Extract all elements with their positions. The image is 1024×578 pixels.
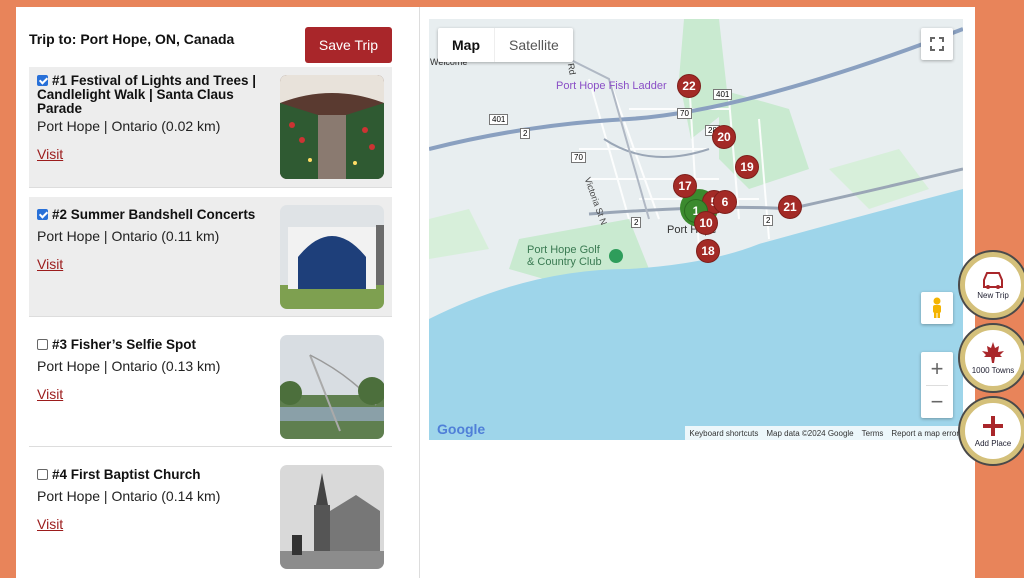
zoom-out-button[interactable]: −	[931, 386, 944, 418]
map-label-fish-ladder: Port Hope Fish Ladder	[556, 80, 667, 92]
map-marker[interactable]: 18	[696, 239, 720, 263]
map-marker[interactable]: 19	[735, 155, 759, 179]
place-thumbnail	[280, 75, 384, 179]
route-shield: 70	[677, 108, 692, 119]
map-data-text: Map data ©2024 Google	[766, 428, 854, 438]
save-trip-button[interactable]: Save Trip	[305, 27, 392, 63]
place-name: #4 First Baptist Church	[52, 467, 201, 482]
google-logo: Google	[437, 421, 486, 437]
route-shield: 70	[571, 152, 586, 163]
list-item: #4 First Baptist Church Port Hope | Onta…	[29, 457, 392, 578]
place-location: Port Hope | Ontario (0.13 km)	[37, 358, 221, 374]
map-view[interactable]: Port Hope Fish Ladder Port Hope Golf & C…	[429, 19, 963, 440]
visit-link[interactable]: Visit	[37, 146, 63, 162]
route-shield: 401	[489, 114, 509, 125]
zoom-in-button[interactable]: +	[931, 352, 944, 385]
tab-map[interactable]: Map	[438, 28, 494, 62]
add-place-button[interactable]: Add Place	[960, 398, 1024, 464]
visit-link[interactable]: Visit	[37, 516, 63, 532]
trip-title: Trip to: Port Hope, ON, Canada	[29, 31, 235, 47]
place-name: #1 Festival of Lights and Trees | Candle…	[37, 73, 257, 116]
place-thumbnail	[280, 205, 384, 309]
map-marker[interactable]: 21	[778, 195, 802, 219]
maple-leaf-icon	[982, 342, 1004, 363]
fullscreen-icon	[930, 37, 944, 51]
terms-link[interactable]: Terms	[858, 429, 888, 438]
map-footer: Keyboard shortcuts Map data ©2024 Google…	[685, 426, 963, 440]
place-checkbox[interactable]	[37, 75, 48, 86]
place-name: #3 Fisher’s Selfie Spot	[52, 337, 197, 352]
list-item: #3 Fisher’s Selfie Spot Port Hope | Onta…	[29, 327, 392, 447]
place-location: Port Hope | Ontario (0.11 km)	[37, 228, 220, 244]
place-checkbox[interactable]	[37, 339, 48, 350]
map-label-golf: Port Hope Golf & Country Club	[527, 244, 602, 268]
map-marker[interactable]: 22	[677, 74, 701, 98]
place-location: Port Hope | Ontario (0.14 km)	[37, 488, 221, 504]
add-place-label: Add Place	[974, 439, 1012, 448]
route-shield: 2	[763, 215, 774, 226]
place-thumbnail	[280, 465, 384, 569]
app-frame: Trip to: Port Hope, ON, Canada Save Trip…	[16, 7, 975, 578]
map-type-tabs: Map Satellite	[438, 28, 573, 62]
place-thumbnail	[280, 335, 384, 439]
street-view-button[interactable]	[921, 292, 953, 324]
towns-button[interactable]: 1000 Towns	[960, 325, 1024, 391]
report-error-link[interactable]: Report a map error	[887, 429, 963, 438]
plus-icon	[983, 416, 1003, 436]
pegman-icon	[933, 297, 941, 318]
place-name: #2 Summer Bandshell Concerts	[52, 207, 256, 222]
new-trip-button[interactable]: New Trip	[960, 252, 1024, 318]
place-checkbox[interactable]	[37, 469, 48, 480]
visit-link[interactable]: Visit	[37, 386, 63, 402]
keyboard-shortcuts-link[interactable]: Keyboard shortcuts	[685, 429, 762, 438]
route-shield: 2	[520, 128, 531, 139]
new-trip-label: New Trip	[977, 291, 1009, 300]
car-icon	[983, 272, 1003, 289]
route-shield: 2	[631, 217, 642, 228]
place-location: Port Hope | Ontario (0.02 km)	[37, 118, 221, 134]
place-checkbox[interactable]	[37, 209, 48, 220]
map-marker[interactable]: 6	[713, 190, 737, 214]
fullscreen-button[interactable]	[921, 28, 953, 60]
towns-label: 1000 Towns	[971, 366, 1015, 375]
zoom-controls: + −	[921, 352, 953, 418]
places-panel: Trip to: Port Hope, ON, Canada Save Trip…	[16, 7, 420, 578]
list-item: #1 Festival of Lights and Trees | Candle…	[29, 67, 392, 188]
tab-satellite[interactable]: Satellite	[494, 28, 573, 62]
visit-link[interactable]: Visit	[37, 256, 63, 272]
list-item: #2 Summer Bandshell Concerts Port Hope |…	[29, 197, 392, 317]
map-label-road: Rd	[565, 62, 578, 76]
route-shield: 401	[713, 89, 733, 100]
map-marker[interactable]: 20	[712, 125, 736, 149]
map-marker[interactable]: 10	[694, 211, 718, 235]
map-marker[interactable]: 17	[673, 174, 697, 198]
